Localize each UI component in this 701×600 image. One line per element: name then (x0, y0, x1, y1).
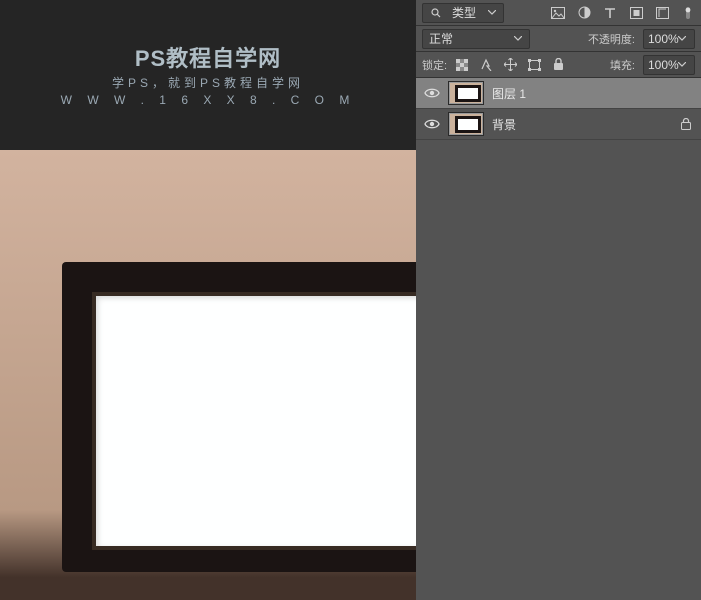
fill-value: 100% (648, 58, 678, 72)
picture-frame-inner (92, 292, 416, 550)
layer-item[interactable]: 图层 1 (416, 78, 701, 109)
lock-label: 锁定: (422, 57, 447, 73)
contrast-filter-icon[interactable] (577, 6, 591, 20)
text-filter-icon[interactable] (603, 6, 617, 20)
opacity-input[interactable]: 100% (643, 29, 695, 49)
lock-icon (679, 117, 693, 131)
filter-label: 类型 (452, 4, 476, 21)
opacity-label: 不透明度: (588, 31, 635, 47)
shape-filter-icon[interactable] (629, 6, 643, 20)
lock-transparency-icon[interactable] (455, 58, 469, 72)
lock-image-icon[interactable] (479, 58, 493, 72)
chevron-down-icon (511, 36, 525, 41)
lock-all-icon[interactable] (551, 58, 565, 72)
filter-row: 类型 (416, 0, 701, 26)
blend-mode-value: 正常 (429, 30, 453, 47)
visibility-toggle[interactable] (424, 116, 440, 132)
lock-row: 锁定: 填充: (416, 52, 701, 78)
lock-artboard-icon[interactable] (527, 58, 541, 72)
search-icon (429, 6, 443, 20)
filter-toggle-icon[interactable] (681, 6, 695, 20)
lock-icons (455, 58, 565, 72)
image-filter-icon[interactable] (551, 6, 565, 20)
layer-thumbnail[interactable] (448, 81, 484, 105)
blend-row: 正常 不透明度: 100% (416, 26, 701, 52)
chevron-down-icon (678, 62, 692, 67)
photo-area (0, 150, 416, 600)
layer-name: 图层 1 (492, 85, 526, 102)
watermark: PS教程自学网 学PS，就到PS教程自学网 W W W . 1 6 X X 8 … (0, 44, 416, 108)
lock-position-icon[interactable] (503, 58, 517, 72)
filter-icons (551, 6, 695, 20)
fill-input[interactable]: 100% (643, 55, 695, 75)
layer-list: 图层 1 背景 (416, 78, 701, 600)
layer-thumbnail[interactable] (448, 112, 484, 136)
watermark-url: W W W . 1 6 X X 8 . C O M (0, 92, 416, 109)
layer-type-filter[interactable]: 类型 (422, 3, 504, 23)
picture-frame (62, 262, 416, 572)
watermark-subtitle: 学PS，就到PS教程自学网 (0, 75, 416, 92)
layers-panel: 类型 (416, 0, 701, 600)
visibility-toggle[interactable] (424, 85, 440, 101)
watermark-title: PS教程自学网 (0, 44, 416, 75)
canvas-area: PS教程自学网 学PS，就到PS教程自学网 W W W . 1 6 X X 8 … (0, 0, 416, 600)
opacity-value: 100% (648, 32, 678, 46)
smart-filter-icon[interactable] (655, 6, 669, 20)
chevron-down-icon (678, 36, 692, 41)
chevron-down-icon (485, 10, 499, 15)
layer-name: 背景 (492, 116, 516, 133)
blend-mode-select[interactable]: 正常 (422, 29, 530, 49)
fill-label: 填充: (610, 57, 635, 73)
layer-item[interactable]: 背景 (416, 109, 701, 140)
